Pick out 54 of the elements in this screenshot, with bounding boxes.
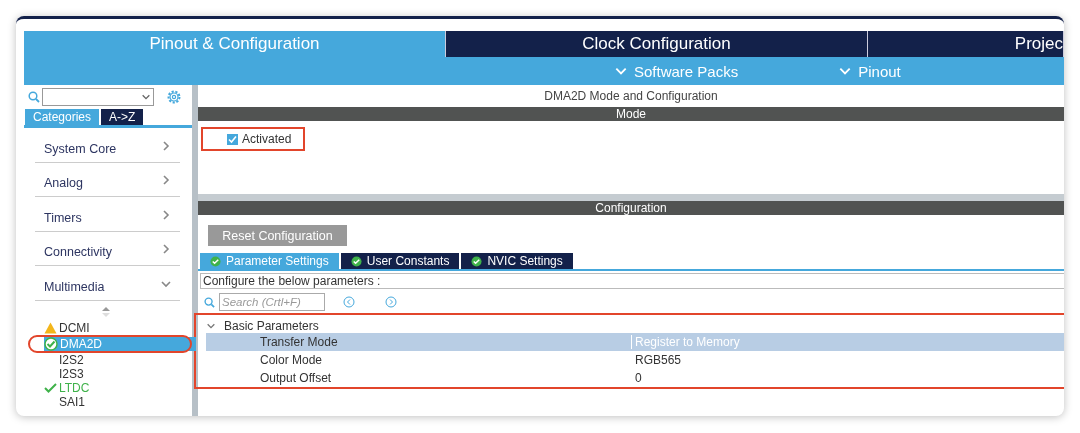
main-tab[interactable]: Clock Configuration (446, 31, 868, 57)
check-circle-icon (471, 255, 483, 267)
config-tab[interactable]: User Constants (340, 253, 460, 269)
group-label: Basic Parameters (224, 318, 319, 333)
peripheral-item[interactable]: DCMI (44, 320, 196, 335)
peripheral-item[interactable]: I2S3 (44, 366, 196, 381)
check-circle-icon (350, 255, 362, 267)
search-field[interactable]: Search (Crtl+F) (219, 293, 325, 311)
main-tab[interactable]: Projec (868, 31, 1064, 57)
check-circle-icon (44, 336, 58, 351)
parameter-row[interactable]: Output Offset 0 (206, 369, 1064, 387)
parameter-value: 0 (634, 371, 643, 385)
parameter-row[interactable]: Transfer Mode Register to Memory (206, 333, 1064, 351)
previous-icon[interactable] (343, 296, 355, 308)
parameter-value: RGB565 (634, 353, 683, 367)
scroll-arrows-icon[interactable] (102, 306, 110, 317)
category-label: System Core (44, 141, 117, 156)
category-item[interactable]: System Core (35, 128, 180, 163)
search-icon (204, 296, 215, 308)
category-item[interactable]: Multimedia (35, 266, 180, 301)
category-label: Multimedia (44, 279, 105, 294)
check-circle-icon (210, 255, 221, 267)
parameter-value: Register to Memory (631, 335, 1064, 349)
config-tab[interactable]: NVIC Settings (461, 253, 573, 269)
chevron-right-icon (160, 174, 172, 186)
chevron-right-icon (160, 243, 172, 255)
category-item[interactable]: Connectivity (35, 231, 180, 266)
parameter-name: Output Offset (259, 371, 333, 385)
settings-icon[interactable] (166, 89, 182, 105)
peripheral-item[interactable]: SAI1 (44, 394, 196, 409)
search-icon[interactable] (28, 91, 40, 103)
checkbox-label: Activated (242, 132, 292, 146)
parameter-name: Transfer Mode (259, 335, 339, 349)
chevron-right-icon (160, 208, 172, 221)
view-tab[interactable]: A->Z (101, 109, 144, 125)
check-icon (44, 381, 57, 394)
panel-title: DMA2D Mode and Configuration (543, 88, 719, 105)
category-label: Connectivity (44, 245, 113, 259)
section-header: Mode (198, 107, 1064, 121)
next-icon[interactable] (385, 296, 397, 308)
peripheral-item[interactable]: I2S2 (44, 352, 196, 367)
search-combo-box[interactable] (42, 88, 154, 106)
dropdown-icon (141, 92, 151, 102)
category-label: Timers (44, 210, 82, 225)
category-item[interactable]: Timers (35, 197, 180, 232)
parameter-row[interactable]: Color Mode RGB565 (206, 351, 1064, 369)
category-label: Analog (44, 176, 83, 190)
section-header: Configuration (198, 201, 1064, 215)
category-item[interactable]: Analog (35, 162, 180, 197)
parameter-name: Color Mode (259, 353, 324, 367)
warning-icon (44, 321, 57, 334)
checkbox[interactable] (227, 133, 238, 145)
chevron-right-icon (160, 139, 172, 152)
hint-text: Configure the below parameters : (200, 273, 1064, 289)
